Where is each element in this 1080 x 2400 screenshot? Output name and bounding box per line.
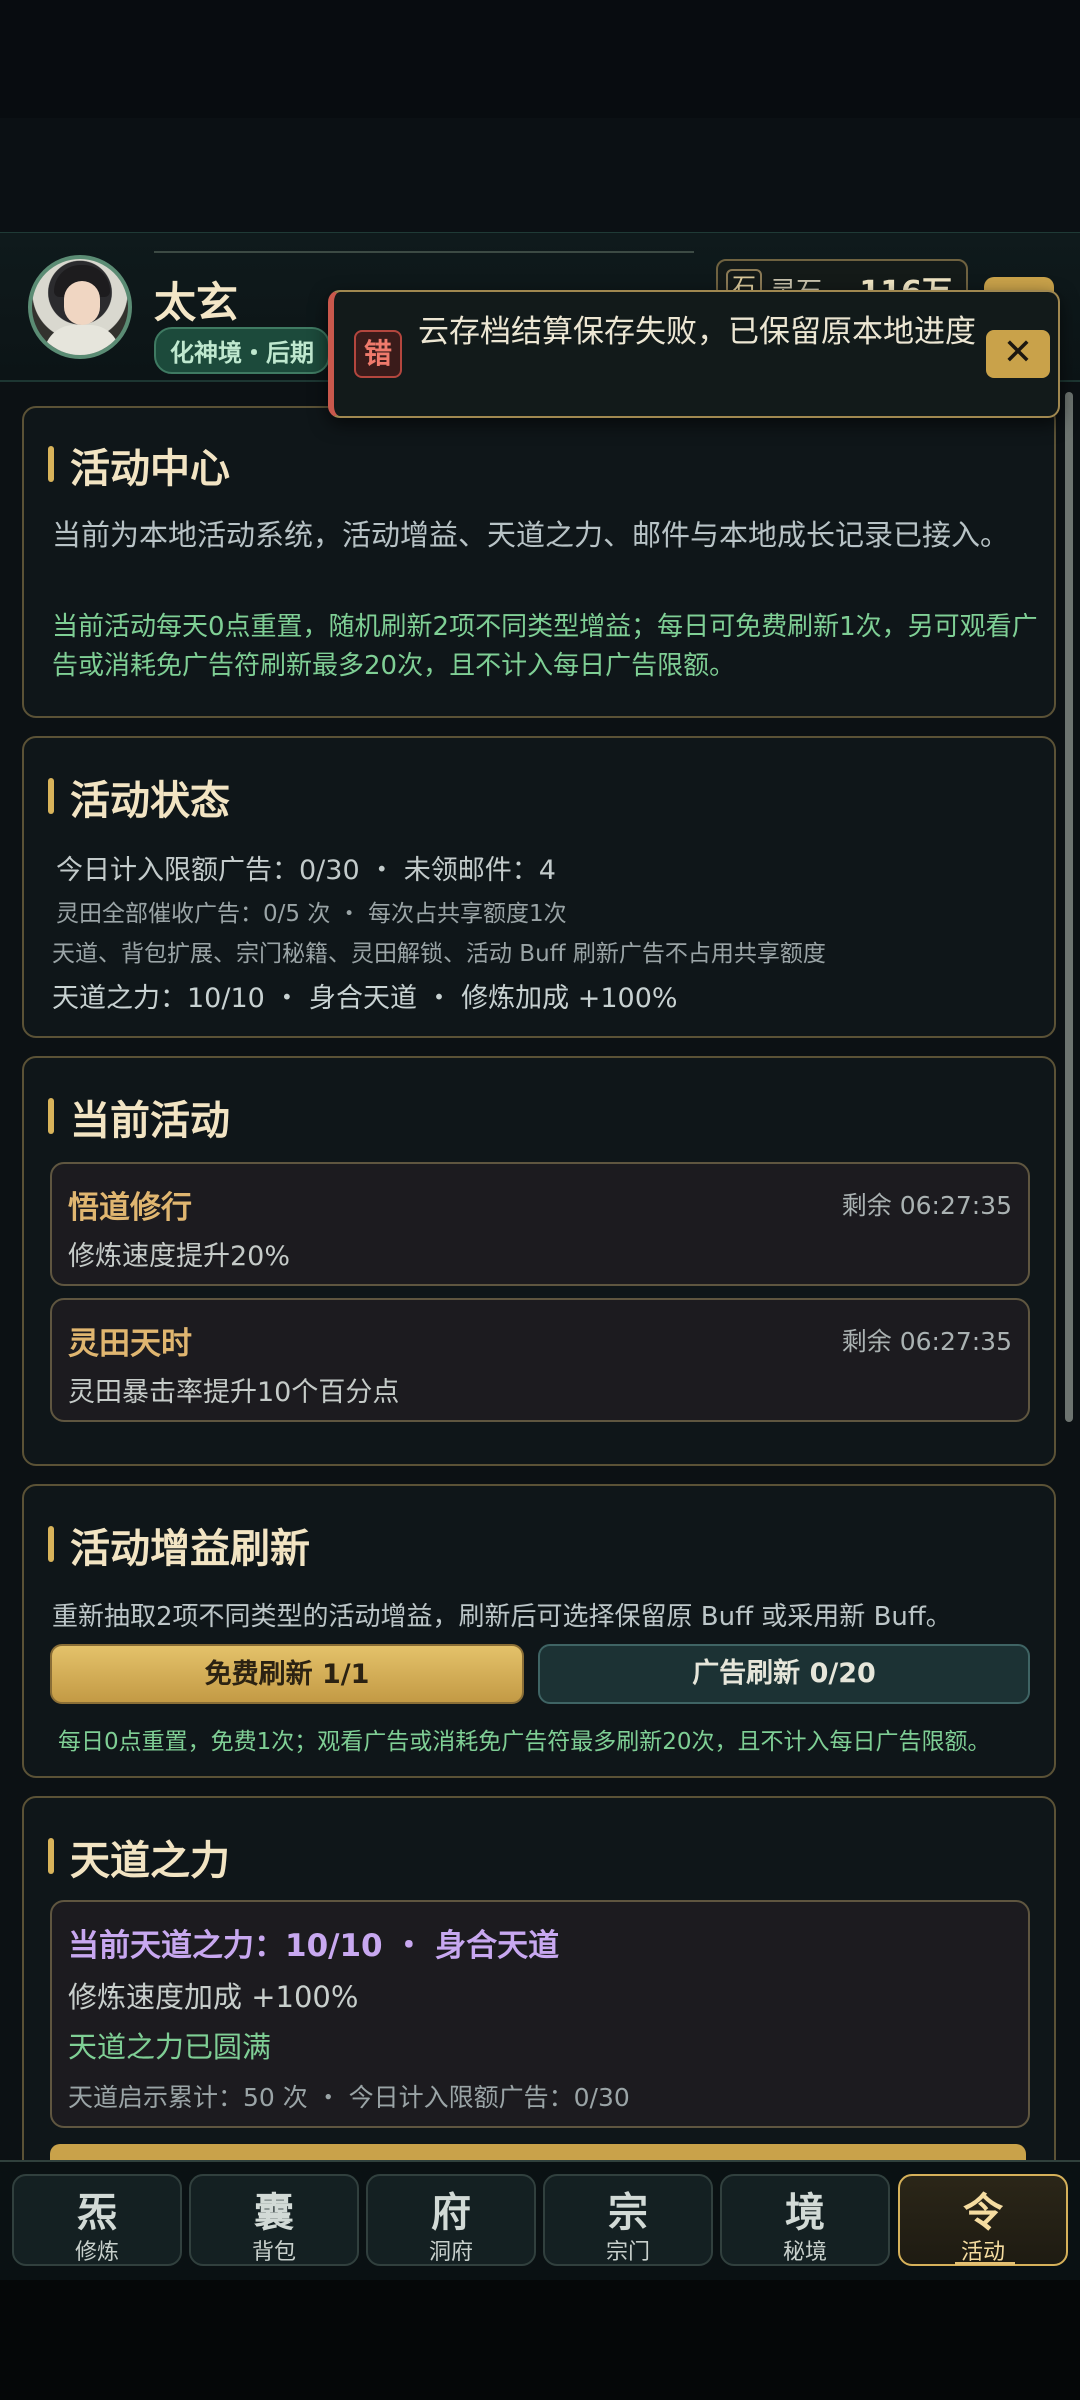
sect-icon: 宗	[608, 2189, 648, 2236]
tiandao-headline: 当前天道之力：10/10 ・ 身合天道	[68, 1928, 560, 1964]
cultivation-icon: 炁	[77, 2189, 117, 2236]
buff-refresh-note: 每日0点重置，免费1次；观看广告或消耗免广告符最多刷新20次，且不计入每日广告限…	[58, 1729, 991, 1755]
ad-quota-status: 今日计入限额广告：0/30 ・ 未领邮件：4	[56, 855, 556, 886]
error-badge: 错	[354, 330, 402, 378]
nav-tab-activity[interactable]: 令 活动	[898, 2174, 1068, 2266]
nav-tab-secret-realm[interactable]: 境 秘境	[720, 2174, 890, 2266]
nav-tab-cultivation[interactable]: 炁 修炼	[12, 2174, 182, 2266]
current-activities-title: 当前活动	[48, 1088, 230, 1146]
activity-icon: 令	[963, 2189, 1003, 2236]
tiandao-title: 天道之力	[48, 1828, 230, 1886]
activity-effect: 灵田暴击率提升10个百分点	[68, 1377, 400, 1408]
activity-status-card: 活动状态 今日计入限额广告：0/30 ・ 未领邮件：4 灵田全部催收广告：0/5…	[22, 736, 1056, 1038]
error-message: 云存档结算保存失败，已保留原本地进度	[418, 314, 976, 350]
nav-label: 背包	[251, 2240, 296, 2265]
activity-center-title: 活动中心	[48, 436, 230, 494]
buff-refresh-title: 活动增益刷新	[48, 1516, 310, 1574]
activity-center-description: 当前为本地活动系统，活动增益、天道之力、邮件与本地成长记录已接入。	[52, 518, 1010, 552]
activity-center-note: 当前活动每天0点重置，随机刷新2项不同类型增益；每日可免费刷新1次，另可观看广告…	[52, 612, 1038, 681]
header-divider	[154, 251, 694, 253]
realm-badge: 化神境・后期	[154, 327, 330, 374]
nav-label: 修炼	[74, 2240, 119, 2265]
activity-name: 悟道修行	[68, 1190, 192, 1226]
player-name: 太玄	[154, 278, 239, 327]
nav-tab-backpack[interactable]: 囊 背包	[189, 2174, 359, 2266]
field-harvest-ad-status: 灵田全部催收广告：0/5 次 ・ 每次占共享额度1次	[56, 901, 567, 927]
backpack-icon: 囊	[254, 2189, 294, 2236]
activity-status-title: 活动状态	[48, 768, 230, 826]
tiandao-stats: 天道启示累计：50 次 ・ 今日计入限额广告：0/30	[68, 2083, 630, 2112]
tiandao-action-button[interactable]	[50, 2144, 1026, 2160]
activity-item[interactable]: 悟道修行 剩余 06:27:35 修炼速度提升20%	[50, 1162, 1030, 1286]
buff-refresh-card: 活动增益刷新 重新抽取2项不同类型的活动增益，刷新后可选择保留原 Buff 或采…	[22, 1484, 1056, 1778]
nav-label: 洞府	[428, 2240, 473, 2265]
nav-label: 宗门	[605, 2240, 650, 2265]
nav-label: 秘境	[782, 2240, 827, 2265]
activity-remaining-time: 剩余 06:27:35	[841, 1191, 1012, 1220]
avatar[interactable]	[28, 255, 132, 359]
ad-quota-exemption-note: 天道、背包扩展、宗门秘籍、灵田解锁、活动 Buff 刷新广告不占用共享额度	[52, 941, 826, 967]
error-toast: 错 云存档结算保存失败，已保留原本地进度 ✕	[328, 290, 1060, 418]
tiandao-bonus: 修炼速度加成 +100%	[68, 1980, 359, 2014]
current-activities-card: 当前活动 悟道修行 剩余 06:27:35 修炼速度提升20% 灵田天时 剩余 …	[22, 1056, 1056, 1466]
bottom-nav: 炁 修炼 囊 背包 府 洞府 宗 宗门 境 秘境 令 活动	[0, 2160, 1080, 2280]
scrollbar[interactable]	[1064, 382, 1074, 1662]
app-root: 太玄 化神境・后期 石 灵石 116万 错 云存档结算保存失败，已保留原本地进度…	[0, 232, 1080, 2280]
tiandao-status-line: 天道之力：10/10 ・ 身合天道 ・ 修炼加成 +100%	[52, 983, 678, 1014]
nav-tab-sect[interactable]: 宗 宗门	[543, 2174, 713, 2266]
cave-icon: 府	[431, 2189, 471, 2236]
activity-item[interactable]: 灵田天时 剩余 06:27:35 灵田暴击率提升10个百分点	[50, 1298, 1030, 1422]
close-icon[interactable]: ✕	[986, 330, 1050, 378]
tiandao-details: 当前天道之力：10/10 ・ 身合天道 修炼速度加成 +100% 天道之力已圆满…	[50, 1900, 1030, 2128]
activity-center-card: 活动中心 当前为本地活动系统，活动增益、天道之力、邮件与本地成长记录已接入。 当…	[22, 406, 1056, 718]
activity-remaining-time: 剩余 06:27:35	[841, 1327, 1012, 1356]
secret-realm-icon: 境	[785, 2189, 825, 2236]
activity-effect: 修炼速度提升20%	[68, 1241, 291, 1272]
tiandao-state: 天道之力已圆满	[68, 2030, 272, 2064]
free-refresh-button[interactable]: 免费刷新 1/1	[50, 1644, 524, 1704]
activity-name: 灵田天时	[68, 1326, 192, 1362]
status-bar-area	[0, 0, 1080, 232]
active-tab-indicator	[955, 2262, 1015, 2265]
nav-tab-cave[interactable]: 府 洞府	[366, 2174, 536, 2266]
buff-refresh-description: 重新抽取2项不同类型的活动增益，刷新后可选择保留原 Buff 或采用新 Buff…	[52, 1602, 952, 1632]
ad-refresh-button[interactable]: 广告刷新 0/20	[538, 1644, 1030, 1704]
system-nav-area	[0, 2280, 1080, 2400]
